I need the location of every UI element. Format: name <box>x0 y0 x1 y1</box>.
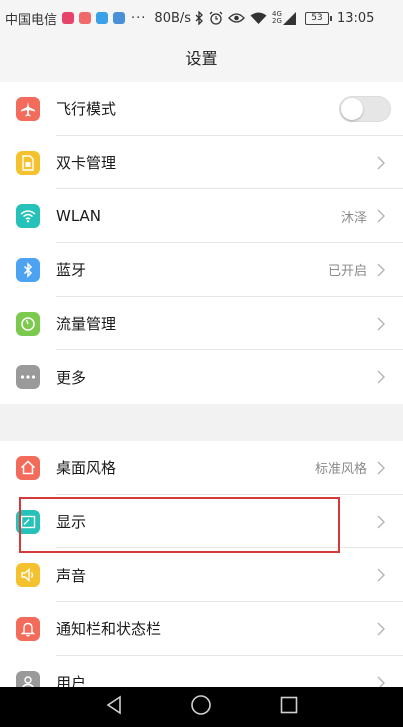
chevron-right-icon <box>377 567 387 583</box>
more-notifications-indicator: ··· <box>131 10 147 26</box>
chevron-right-icon <box>377 460 387 476</box>
page-title: 设置 <box>0 36 403 82</box>
theme-value: 标准风格 <box>314 462 367 478</box>
settings-item-more[interactable]: 更多 <box>0 350 403 404</box>
music-app-icon <box>62 12 75 24</box>
gauge-icon <box>16 311 40 336</box>
settings-item-sound[interactable]: 声音 <box>0 548 403 603</box>
settings-screen: 中国电信 ··· 80B/s 4G 2G 53 13:05 设置 飞行模式 双卡… <box>0 0 403 727</box>
navigation-bar <box>0 687 403 727</box>
chevron-right-icon <box>377 621 387 637</box>
bell-icon <box>16 616 40 641</box>
recents-button[interactable] <box>269 687 309 727</box>
status-bar: 中国电信 ··· 80B/s 4G 2G 53 13:05 <box>0 0 403 36</box>
wlan-label: WLAN <box>56 207 102 226</box>
settings-group-network: 飞行模式 双卡管理 WLAN 沐泽 蓝牙 已开启 流量管理 更多 <box>0 82 403 405</box>
settings-item-data-usage[interactable]: 流量管理 <box>0 297 403 351</box>
app-notification-icon <box>79 12 92 24</box>
settings-item-display[interactable]: 显示 <box>0 495 403 549</box>
wifi-icon <box>16 204 40 229</box>
speaker-icon <box>16 563 40 588</box>
notifications-label: 通知栏和状态栏 <box>56 620 162 639</box>
gallery-app-icon <box>113 12 126 24</box>
chevron-right-icon <box>377 208 387 224</box>
data-usage-label: 流量管理 <box>56 315 117 334</box>
network-speed: 80B/s <box>154 10 192 26</box>
carrier-name: 中国电信 <box>5 12 58 28</box>
dual-sim-label: 双卡管理 <box>56 154 117 173</box>
toggle-knob <box>341 97 363 120</box>
eye-comfort-icon <box>228 12 245 24</box>
airplane-icon <box>16 96 40 121</box>
chevron-right-icon <box>377 316 387 332</box>
more-icon <box>16 365 40 390</box>
airplane-mode-toggle[interactable] <box>339 95 391 122</box>
bluetooth-status: 已开启 <box>327 264 367 280</box>
bluetooth-icon <box>16 257 40 282</box>
chevron-right-icon <box>377 369 387 385</box>
network-type: 4G 2G <box>272 10 282 25</box>
home-icon <box>16 455 40 480</box>
home-button[interactable] <box>181 687 221 727</box>
settings-item-bluetooth[interactable]: 蓝牙 已开启 <box>0 243 403 297</box>
alarm-icon <box>209 11 223 25</box>
sim-card-icon <box>16 150 40 175</box>
settings-item-theme[interactable]: 桌面风格 标准风格 <box>0 441 403 495</box>
airplane-mode-label: 飞行模式 <box>56 100 117 119</box>
settings-item-notifications[interactable]: 通知栏和状态栏 <box>0 602 403 656</box>
clock: 13:05 <box>336 10 375 26</box>
settings-item-airplane-mode[interactable]: 飞行模式 <box>0 82 403 136</box>
settings-item-wlan[interactable]: WLAN 沐泽 <box>0 189 403 244</box>
wifi-status-icon <box>250 12 267 25</box>
signal-icon <box>282 11 297 25</box>
more-label: 更多 <box>56 368 87 387</box>
settings-group-device: 桌面风格 标准风格 显示 声音 通知栏和状态栏 用户 <box>0 441 403 710</box>
chevron-right-icon <box>377 155 387 171</box>
settings-item-dual-sim[interactable]: 双卡管理 <box>0 136 403 190</box>
bluetooth-status-icon <box>195 11 204 25</box>
theme-label: 桌面风格 <box>56 459 117 478</box>
sports-app-icon <box>96 12 109 24</box>
wlan-network-name: 沐泽 <box>340 210 367 226</box>
back-button[interactable] <box>94 687 134 727</box>
recents-square-icon <box>280 696 298 718</box>
bluetooth-label: 蓝牙 <box>56 261 87 280</box>
battery-level: 53 <box>311 13 323 23</box>
chevron-right-icon <box>377 514 387 530</box>
chevron-right-icon <box>377 262 387 278</box>
display-label: 显示 <box>56 513 87 532</box>
back-triangle-icon <box>105 695 123 719</box>
battery-icon: 53 <box>304 11 332 25</box>
sound-label: 声音 <box>56 566 87 585</box>
home-circle-icon <box>190 694 212 720</box>
display-icon <box>16 509 40 534</box>
